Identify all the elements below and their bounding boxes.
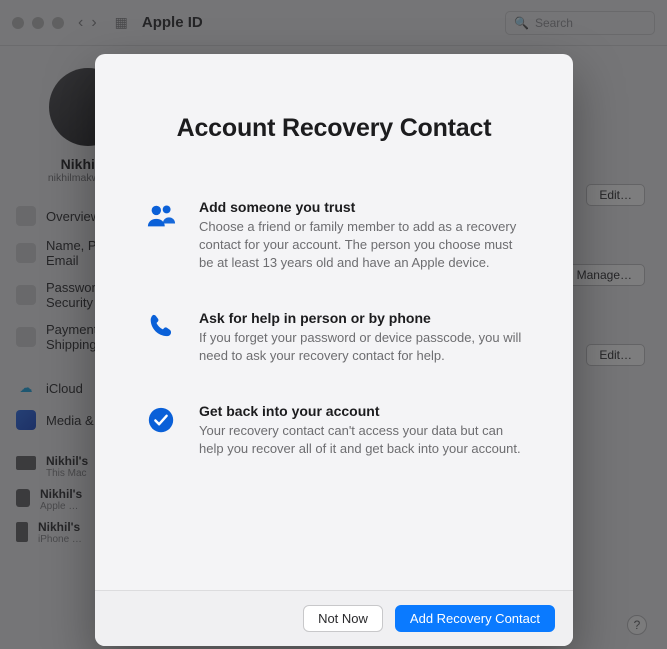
feature-body: Choose a friend or family member to add … xyxy=(199,218,525,272)
check-circle-icon xyxy=(143,403,179,458)
add-recovery-contact-button[interactable]: Add Recovery Contact xyxy=(395,605,555,632)
not-now-button[interactable]: Not Now xyxy=(303,605,383,632)
feature-row: Add someone you trust Choose a friend or… xyxy=(143,199,525,272)
people-icon xyxy=(143,199,179,272)
modal-overlay: Account Recovery Contact Add someone you… xyxy=(0,0,667,649)
feature-body: Your recovery contact can't access your … xyxy=(199,422,525,458)
feature-heading: Add someone you trust xyxy=(199,199,525,215)
feature-row: Get back into your account Your recovery… xyxy=(143,403,525,458)
phone-icon xyxy=(143,310,179,365)
preferences-window: ‹ › ▦ Apple ID 🔍 Search Nikhil M nikhilm… xyxy=(0,0,667,649)
feature-heading: Get back into your account xyxy=(199,403,525,419)
sheet-title: Account Recovery Contact xyxy=(143,114,525,143)
feature-row: Ask for help in person or by phone If yo… xyxy=(143,310,525,365)
feature-heading: Ask for help in person or by phone xyxy=(199,310,525,326)
sheet-body: Account Recovery Contact Add someone you… xyxy=(95,54,573,590)
recovery-contact-sheet: Account Recovery Contact Add someone you… xyxy=(95,54,573,646)
sheet-footer: Not Now Add Recovery Contact xyxy=(95,590,573,646)
feature-body: If you forget your password or device pa… xyxy=(199,329,525,365)
